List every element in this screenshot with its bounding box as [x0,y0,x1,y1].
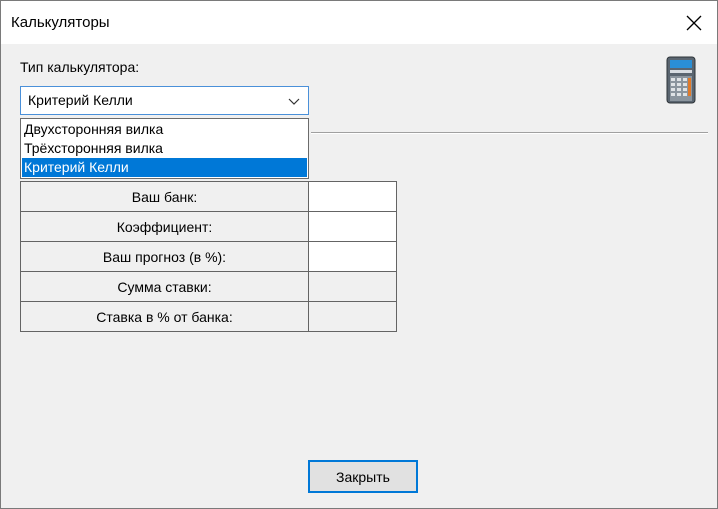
forecast-label: Ваш прогноз (в %): [20,241,309,272]
calculator-icon [666,56,696,104]
close-button[interactable]: Закрыть [308,460,418,493]
calculator-type-value: Критерий Келли [28,92,133,108]
table-row: Ваш банк: [20,181,397,212]
calculator-type-dropdown: Двухсторонняя вилка Трёхсторонняя вилка … [20,118,309,179]
table-row: Сумма ставки: [20,271,397,302]
bank-input[interactable] [308,181,397,212]
close-icon [686,15,702,30]
dropdown-option-kelly[interactable]: Критерий Келли [22,158,307,177]
calculator-type-select[interactable]: Критерий Келли [20,86,309,115]
calculator-type-label: Тип калькулятора: [20,59,140,75]
forecast-input[interactable] [308,241,397,272]
odds-label: Коэффициент: [20,211,309,242]
stake-amount-label: Сумма ставки: [20,271,309,302]
table-row: Ваш прогноз (в %): [20,241,397,272]
stake-percent-value [308,301,397,332]
title-bar: Калькуляторы [1,1,717,44]
bank-label: Ваш банк: [20,181,309,212]
stake-amount-value [308,271,397,302]
close-window-button[interactable] [671,1,717,44]
chevron-down-icon[interactable] [288,96,300,106]
table-row: Коэффициент: [20,211,397,242]
odds-input[interactable] [308,211,397,242]
dropdown-option-two-way[interactable]: Двухсторонняя вилка [22,120,307,139]
dropdown-option-three-way[interactable]: Трёхсторонняя вилка [22,139,307,158]
section-divider [311,132,708,134]
table-row: Ставка в % от банка: [20,301,397,332]
window-title: Калькуляторы [11,14,110,31]
stake-percent-label: Ставка в % от банка: [20,301,309,332]
calculators-dialog: Калькуляторы Тип калькулятора: Критерий … [0,0,718,509]
kelly-calculator-table: Ваш банк: Коэффициент: Ваш прогноз (в %)… [20,181,397,332]
